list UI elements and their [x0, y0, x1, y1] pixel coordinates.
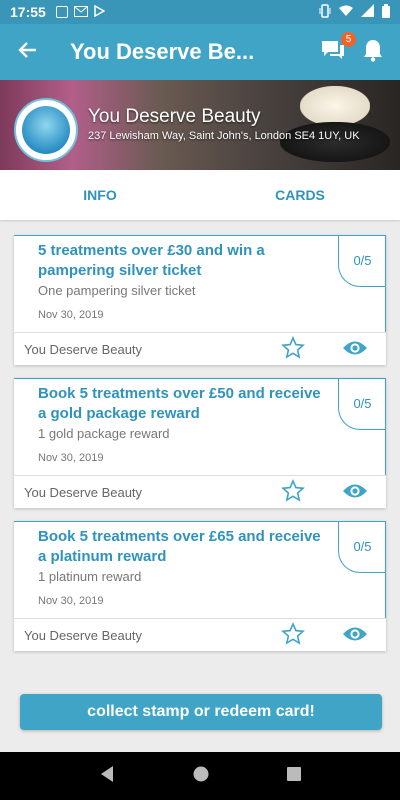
view-eye-icon[interactable]: [342, 624, 368, 644]
tab-info[interactable]: INFO: [0, 170, 200, 220]
card-date: Nov 30, 2019: [38, 595, 104, 607]
status-time: 17:55: [10, 4, 46, 20]
nav-home-button[interactable]: [192, 765, 210, 788]
card-merchant: You Deserve Beauty: [24, 341, 143, 357]
chat-icon: [320, 41, 346, 66]
play-store-notification-icon: [94, 4, 106, 20]
banner-stone-image: [280, 122, 390, 162]
banner-candle-image: [300, 86, 370, 126]
stamp-counter: 0/5: [338, 235, 386, 287]
collect-stamp-button[interactable]: collect stamp or redeem card!: [20, 694, 382, 730]
favorite-star-icon[interactable]: [281, 336, 305, 360]
chat-badge: 5: [341, 32, 356, 47]
stamp-counter: 0/5: [338, 521, 386, 573]
app-bar: You Deserve Be... 5: [0, 24, 400, 80]
card-reward: 1 platinum reward: [38, 569, 142, 584]
vibrate-icon: [319, 3, 331, 21]
gallery-notification-icon: [55, 6, 68, 18]
card-footer: You Deserve Beauty: [14, 618, 386, 651]
view-eye-icon[interactable]: [342, 481, 368, 501]
view-eye-icon[interactable]: [342, 338, 368, 358]
card-title: Book 5 treatments over £65 and receive a…: [38, 528, 321, 565]
loyalty-card[interactable]: Book 5 treatments over £50 and receive a…: [14, 378, 386, 508]
tab-cards[interactable]: CARDS: [200, 170, 400, 220]
card-reward: One pampering silver ticket: [38, 283, 196, 298]
business-name: You Deserve Beauty: [88, 106, 261, 127]
logo-emblem: [22, 106, 70, 154]
bell-icon: [362, 38, 384, 67]
battery-icon: [382, 3, 390, 21]
card-title: 5 treatments over £30 and win a pamperin…: [38, 242, 265, 279]
loyalty-card[interactable]: 5 treatments over £30 and win a pamperin…: [14, 235, 386, 365]
signal-icon: [361, 4, 374, 20]
status-bar: 17:55: [0, 0, 400, 24]
wifi-icon: [339, 4, 353, 20]
stamp-counter: 0/5: [338, 378, 386, 430]
chat-button[interactable]: 5: [320, 32, 356, 66]
favorite-star-icon[interactable]: [281, 622, 305, 646]
card-merchant: You Deserve Beauty: [24, 627, 143, 643]
card-reward: 1 gold package reward: [38, 426, 170, 441]
business-banner: You Deserve Beauty 237 Lewisham Way, Sai…: [0, 80, 400, 170]
notifications-button[interactable]: [360, 39, 386, 65]
loyalty-card[interactable]: Book 5 treatments over £65 and receive a…: [14, 521, 386, 651]
business-address: 237 Lewisham Way, Saint John's, London S…: [88, 130, 360, 142]
tab-bar: INFO CARDS: [0, 170, 400, 220]
nav-back-button[interactable]: [99, 765, 115, 788]
system-nav-bar: [0, 752, 400, 800]
card-merchant: You Deserve Beauty: [24, 484, 143, 500]
business-logo: [14, 98, 78, 162]
favorite-star-icon[interactable]: [281, 479, 305, 503]
card-footer: You Deserve Beauty: [14, 332, 386, 365]
gmail-notification-icon: [73, 4, 88, 20]
arrow-left-icon: [18, 40, 38, 65]
page-title: You Deserve Be...: [70, 39, 255, 64]
card-date: Nov 30, 2019: [38, 452, 104, 464]
card-date: Nov 30, 2019: [38, 309, 104, 321]
back-button[interactable]: [0, 24, 56, 80]
nav-recents-button[interactable]: [287, 766, 302, 786]
card-footer: You Deserve Beauty: [14, 475, 386, 508]
card-title: Book 5 treatments over £50 and receive a…: [38, 385, 321, 422]
